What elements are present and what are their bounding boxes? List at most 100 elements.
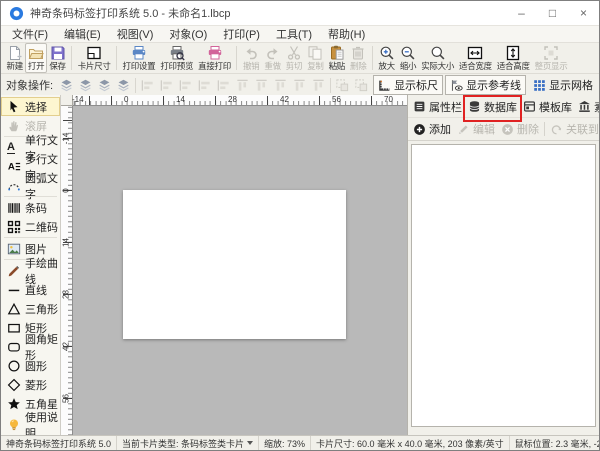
tool-barcode[interactable]: 条码 <box>1 198 60 217</box>
status-text: 当前卡片类型: 条码标签类卡片 <box>122 438 245 449</box>
h-ruler-label: 56 <box>332 95 341 104</box>
show-grid-toggle[interactable]: 显示网格 <box>528 75 598 95</box>
design-canvas-area[interactable]: -14 0 14 28 42 56 70 -14 0 14 28 42 56 <box>61 95 407 436</box>
save-button[interactable]: 保存 <box>47 43 68 73</box>
tool-rounded-rectangle[interactable]: 圆角矩形 <box>1 334 60 362</box>
tool-qrcode[interactable]: 二维码 <box>1 217 60 236</box>
paste-button[interactable]: 粘贴 <box>326 43 347 73</box>
menu-object[interactable]: 对象(O) <box>161 26 215 42</box>
tool-diamond[interactable]: 菱形 <box>1 375 60 394</box>
status-segment-1[interactable]: 当前卡片类型: 条码标签类卡片 <box>117 436 260 450</box>
database-actions-toolbar: 添加 编辑 删除 关联到当前标签 <box>408 117 599 141</box>
menu-view[interactable]: 视图(V) <box>109 26 162 42</box>
paste-label: 粘贴 <box>328 61 346 71</box>
show-guides-toggle[interactable]: 显示参考线 <box>445 75 527 95</box>
v-ruler-label: 42 <box>61 342 71 351</box>
card-size-icon <box>86 45 102 61</box>
open-button[interactable]: 打开 <box>25 43 47 73</box>
menu-tools[interactable]: 工具(T) <box>268 26 320 42</box>
undo-icon <box>243 45 259 61</box>
rect-icon <box>7 321 21 335</box>
fit-height-button[interactable]: 适合高度 <box>494 43 532 73</box>
menu-help[interactable]: 帮助(H) <box>320 26 373 42</box>
h-ruler-label: 42 <box>280 95 289 104</box>
distribute-h-button <box>195 76 214 94</box>
tool-circle[interactable]: 圆形 <box>1 356 60 375</box>
new-button[interactable]: 新建 <box>4 43 25 73</box>
align-middle-button <box>252 76 271 94</box>
minimize-button[interactable]: – <box>506 1 537 25</box>
maximize-button[interactable]: □ <box>537 1 568 25</box>
cursor-icon <box>7 100 21 114</box>
printer-pink-icon <box>207 45 223 61</box>
tab-materials[interactable]: 素材库 <box>575 97 599 117</box>
zoom-out-label: 缩小 <box>399 61 417 71</box>
show-grid-label: 显示网格 <box>549 80 594 92</box>
same-width-button <box>214 76 233 94</box>
guide-eye-icon <box>450 79 463 92</box>
sidebar-separator <box>4 237 57 238</box>
toolbar-separator <box>116 46 118 70</box>
right-panel: 属性栏 数据库 模板库 素材库 添加 编辑 删除 关联到当前标签 <box>407 94 599 436</box>
actual-size-button[interactable]: 实际大小 <box>419 43 457 73</box>
fit-height-label: 适合高度 <box>496 61 530 71</box>
open-label: 打开 <box>27 61 45 71</box>
h-ruler-label: 28 <box>228 95 237 104</box>
layers-icon <box>97 78 112 93</box>
fit-width-icon <box>467 45 483 61</box>
act-del-icon <box>501 123 514 136</box>
cut-label: 剪切 <box>285 61 303 71</box>
v-ruler-label: 14 <box>61 238 71 247</box>
align-bottom-button <box>271 76 290 94</box>
redo-icon <box>265 45 281 61</box>
send-backward-button[interactable] <box>114 76 133 94</box>
zoom-out-button[interactable]: 缩小 <box>397 43 418 73</box>
fit-width-button[interactable]: 适合宽度 <box>457 43 495 73</box>
remove-button: 删除 <box>498 121 542 137</box>
tool-help[interactable]: 使用说明 <box>1 412 60 440</box>
zoom-in-button[interactable]: 放大 <box>376 43 397 73</box>
tab-properties[interactable]: 属性栏 <box>410 97 465 117</box>
act-link-icon <box>550 123 563 136</box>
h-ruler-label: 70 <box>384 95 393 104</box>
group-button <box>333 76 352 94</box>
sidebar-separator <box>4 196 57 197</box>
menu-file[interactable]: 文件(F) <box>4 26 56 42</box>
status-text: 神奇条码标签打印系统 5.0 <box>6 438 112 449</box>
label-page[interactable] <box>123 190 346 339</box>
paste-icon <box>329 45 345 61</box>
menu-print[interactable]: 打印(P) <box>215 26 268 42</box>
print-direct-button[interactable]: 直接打印 <box>196 43 234 73</box>
send-to-back-button[interactable] <box>76 76 95 94</box>
h-ruler-label: 0 <box>124 95 129 104</box>
print-preview-button[interactable]: 打印预览 <box>158 43 196 73</box>
toolbar-separator <box>236 46 238 70</box>
tool-triangle[interactable]: 三角形 <box>1 299 60 318</box>
bring-to-front-button[interactable] <box>57 76 76 94</box>
tab-database[interactable]: 数据库 <box>463 94 522 122</box>
vertical-ruler <box>61 106 73 436</box>
print-settings-button[interactable]: 打印设置 <box>120 43 158 73</box>
layers-icon <box>78 78 93 93</box>
bring-forward-button[interactable] <box>95 76 114 94</box>
title-bar: 神奇条码标签打印系统 5.0 - 未命名1.lbcp – □ × <box>1 1 599 26</box>
edit-label: 编辑 <box>473 124 495 136</box>
database-list-area[interactable] <box>411 144 596 427</box>
tab-templates[interactable]: 模板库 <box>520 97 575 117</box>
tool-line[interactable]: 直线 <box>1 280 60 299</box>
add-button[interactable]: 添加 <box>410 121 454 137</box>
close-button[interactable]: × <box>568 1 599 25</box>
show-ruler-toggle[interactable]: 显示标尺 <box>373 75 444 95</box>
tool-select[interactable]: 选择 <box>1 97 60 116</box>
h-ruler-label: -14 <box>72 95 84 104</box>
tab-properties-label: 属性栏 <box>429 101 462 114</box>
tab-database-label: 数据库 <box>484 101 517 114</box>
align-v-icon <box>273 78 288 93</box>
triangle-icon <box>7 302 21 316</box>
menu-edit[interactable]: 编辑(E) <box>56 26 109 42</box>
tool-freehand-curve[interactable]: 手绘曲线 <box>1 258 60 286</box>
print-direct-label: 直接打印 <box>198 61 231 71</box>
card-size-button[interactable]: 卡片尺寸 <box>75 43 113 73</box>
zoom-actual-icon <box>430 45 446 61</box>
tool-text-arc[interactable]: 圆弧文字 <box>1 173 60 201</box>
